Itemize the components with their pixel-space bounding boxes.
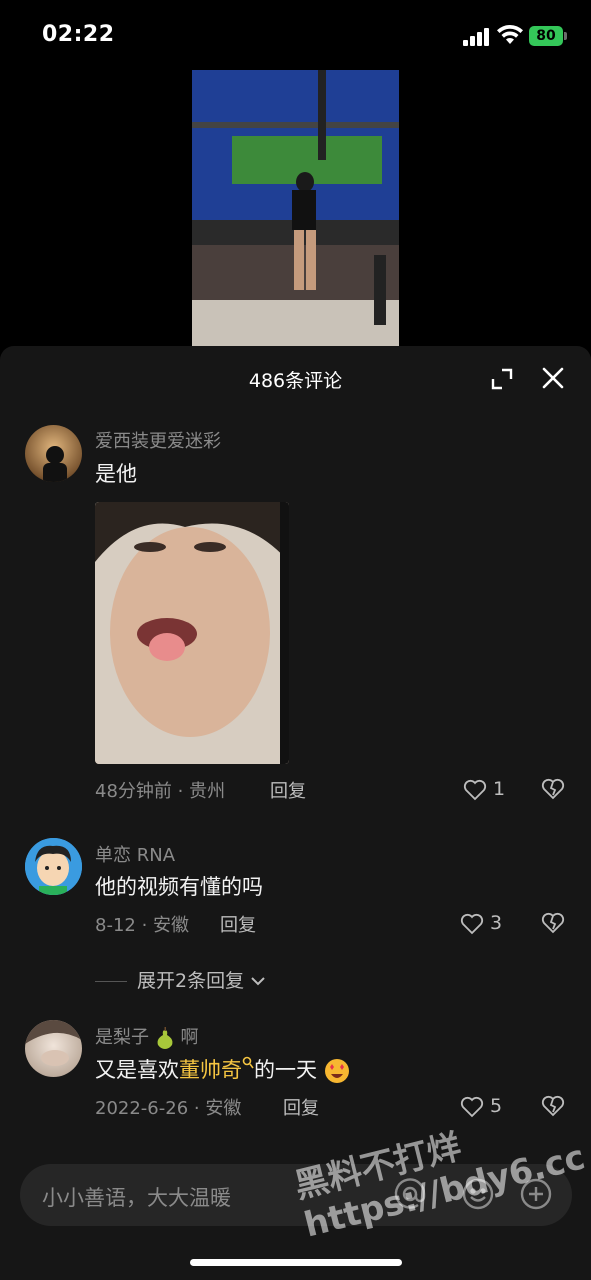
comment-image-face — [95, 502, 289, 764]
like-count: 3 — [490, 912, 503, 934]
wifi-icon — [497, 24, 523, 44]
like-count: 5 — [490, 1095, 503, 1117]
avatar-photo — [25, 1020, 82, 1066]
username-text: 是梨子 — [95, 1027, 149, 1048]
heart-icon — [463, 779, 487, 800]
avatar[interactable] — [25, 425, 82, 482]
reply-button[interactable]: 回复 — [220, 911, 256, 937]
at-icon[interactable] — [392, 1176, 428, 1212]
comment-text: 又是喜欢董帅奇 的一天 — [95, 1054, 350, 1084]
comment-text-before: 又是喜欢 — [95, 1058, 179, 1082]
expand-replies-label: 展开2条回复 — [137, 970, 245, 992]
avatar-cartoon — [25, 838, 82, 895]
reply-button[interactable]: 回复 — [270, 777, 306, 803]
comment-meta: 8-12 · 安徽 — [95, 915, 190, 936]
comment-text: 是他 — [95, 462, 137, 486]
expand-replies-button[interactable]: 展开2条回复 — [95, 966, 266, 993]
like-count: 1 — [493, 778, 506, 800]
comment-input[interactable]: 小小善语，大大温暖 — [20, 1164, 572, 1226]
like-button[interactable]: 1 — [463, 778, 505, 801]
signal-icon — [463, 28, 491, 46]
broken-heart-icon — [541, 778, 565, 800]
divider — [95, 981, 127, 982]
heart-icon — [460, 1096, 484, 1117]
dislike-button[interactable] — [541, 1095, 565, 1119]
comments-sheet: 486条评论 爱西装更爱迷彩 是他 48分钟前 · 贵州 回复 1 单恋 RNA… — [0, 346, 591, 1280]
video-thumbnail[interactable] — [192, 70, 399, 346]
plus-icon[interactable] — [518, 1176, 554, 1212]
dislike-button[interactable] — [541, 778, 565, 802]
search-link[interactable]: 董帅奇 — [179, 1058, 242, 1082]
comment-input-placeholder: 小小善语，大大温暖 — [42, 1186, 231, 1210]
battery-icon: 80 — [529, 26, 563, 46]
pear-emoji — [157, 1027, 173, 1049]
status-bar: 02:22 80 — [0, 0, 591, 70]
reply-button[interactable]: 回复 — [283, 1094, 319, 1120]
like-button[interactable]: 5 — [460, 1095, 502, 1118]
search-mini-icon[interactable] — [242, 1056, 254, 1070]
avatar[interactable] — [25, 838, 82, 895]
comment-meta: 48分钟前 · 贵州 — [95, 781, 226, 802]
heart-eyes-emoji — [324, 1059, 349, 1083]
heart-icon — [460, 913, 484, 934]
comment-username[interactable]: 单恋 RNA — [95, 841, 175, 867]
status-time: 02:22 — [42, 22, 115, 47]
avatar[interactable] — [25, 1020, 82, 1077]
battery-tip — [564, 32, 567, 40]
comment-image[interactable] — [95, 502, 289, 764]
home-indicator[interactable] — [190, 1259, 402, 1266]
like-button[interactable]: 3 — [460, 912, 502, 935]
comment-text: 他的视频有懂的吗 — [95, 875, 263, 899]
expand-icon[interactable] — [491, 368, 513, 390]
chevron-down-icon — [251, 977, 265, 986]
avatar-silhouette — [43, 446, 67, 482]
username-suffix: 啊 — [180, 1027, 199, 1048]
dislike-button[interactable] — [541, 912, 565, 936]
broken-heart-icon — [541, 912, 565, 934]
comment-text-after: 的一天 — [254, 1058, 317, 1082]
comment-username[interactable]: 是梨子 啊 — [95, 1023, 198, 1049]
close-icon[interactable] — [541, 366, 565, 390]
broken-heart-icon — [541, 1095, 565, 1117]
emoji-icon[interactable] — [460, 1176, 496, 1212]
comment-username[interactable]: 爱西装更爱迷彩 — [95, 427, 221, 453]
comment-meta: 2022-6-26 · 安徽 — [95, 1098, 242, 1119]
video-scene — [192, 70, 399, 346]
